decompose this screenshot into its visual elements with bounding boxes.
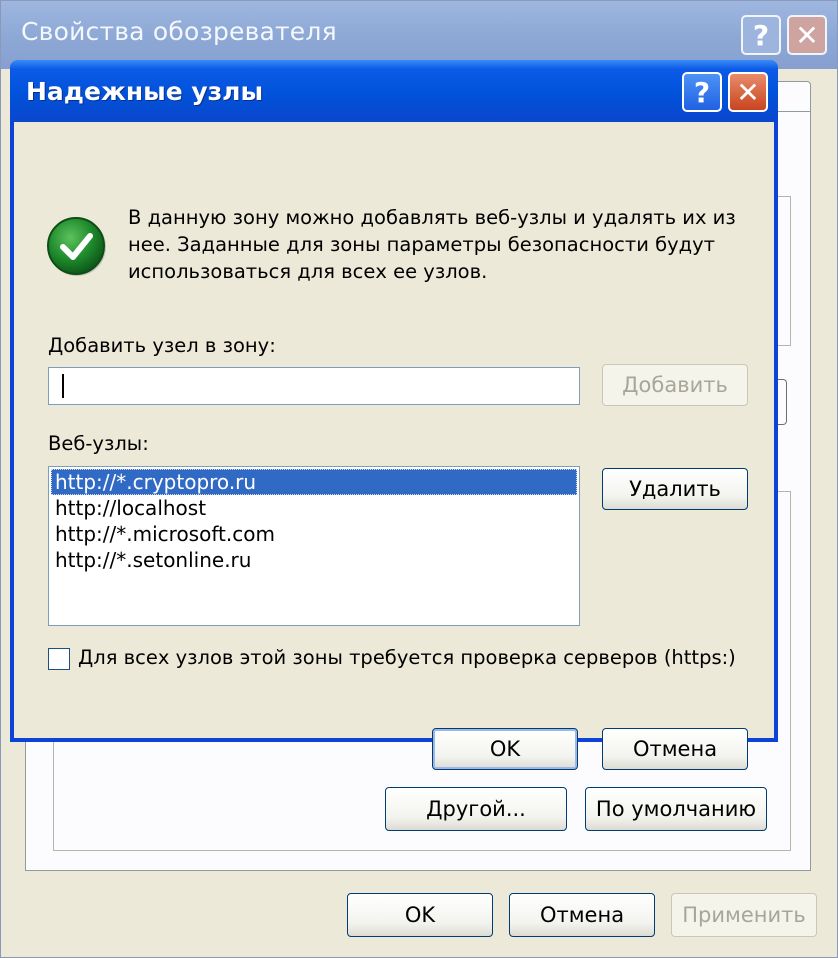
parent-help-icon[interactable]: ? xyxy=(741,15,781,55)
site-list-item[interactable]: http://localhost xyxy=(51,495,577,521)
parent-cancel-button[interactable]: Отмена xyxy=(509,893,655,937)
parent-zone-list-edge xyxy=(777,196,791,346)
parent-sites-button-edge[interactable] xyxy=(777,379,787,425)
apply-button[interactable]: Применить xyxy=(671,893,817,937)
close-icon[interactable]: ✕ xyxy=(728,72,768,112)
other-level-button[interactable]: Другой... xyxy=(385,787,567,831)
trusted-sites-dialog: Надежные узлы ? ✕ В данную зону можно до… xyxy=(10,60,778,770)
parent-ok-button[interactable]: OK xyxy=(347,893,493,937)
green-check-icon xyxy=(47,217,106,276)
parent-title: Свойства обозревателя xyxy=(21,17,337,46)
add-button-label: Добавить xyxy=(622,373,728,397)
help-icon[interactable]: ? xyxy=(682,72,722,112)
add-site-label: Добавить узел в зону: xyxy=(48,334,276,357)
site-list-item[interactable]: http://*.microsoft.com xyxy=(51,521,577,547)
dialog-cancel-button[interactable]: Отмена xyxy=(602,728,748,770)
site-list-item-selected[interactable]: http://*.cryptopro.ru xyxy=(51,469,577,495)
add-button[interactable]: Добавить xyxy=(602,364,748,406)
info-text: В данную зону можно добавлять веб-узлы и… xyxy=(128,206,736,283)
site-list-item[interactable]: http://*.setonline.ru xyxy=(51,547,577,573)
parent-cancel-label: Отмена xyxy=(539,903,625,927)
remove-button[interactable]: Удалить xyxy=(602,468,748,510)
remove-button-label: Удалить xyxy=(629,477,721,501)
text-caret xyxy=(62,374,64,398)
apply-label: Применить xyxy=(682,903,806,927)
parent-titlebar[interactable]: Свойства обозревателя ? ✕ xyxy=(1,1,837,69)
dialog-titlebar[interactable]: Надежные узлы ? ✕ xyxy=(10,60,778,122)
default-level-button[interactable]: По умолчанию xyxy=(585,787,767,831)
parent-ok-label: OK xyxy=(404,903,436,927)
add-site-input[interactable] xyxy=(48,367,580,405)
dialog-body: В данную зону можно добавлять веб-узлы и… xyxy=(14,122,774,770)
sites-label: Веб-узлы: xyxy=(48,432,149,455)
dialog-cancel-label: Отмена xyxy=(632,737,718,761)
dialog-ok-label: OK xyxy=(489,737,521,761)
dialog-ok-button[interactable]: OK xyxy=(432,728,578,770)
https-checkbox[interactable] xyxy=(48,648,70,670)
dialog-title: Надежные узлы xyxy=(26,77,264,106)
parent-close-icon[interactable]: ✕ xyxy=(787,15,827,55)
other-level-label: Другой... xyxy=(426,797,526,821)
https-checkbox-label[interactable]: Для всех узлов этой зоны требуется прове… xyxy=(78,646,736,669)
sites-listbox[interactable]: http://*.cryptopro.ru http://localhost h… xyxy=(48,466,580,626)
default-level-label: По умолчанию xyxy=(595,797,757,821)
